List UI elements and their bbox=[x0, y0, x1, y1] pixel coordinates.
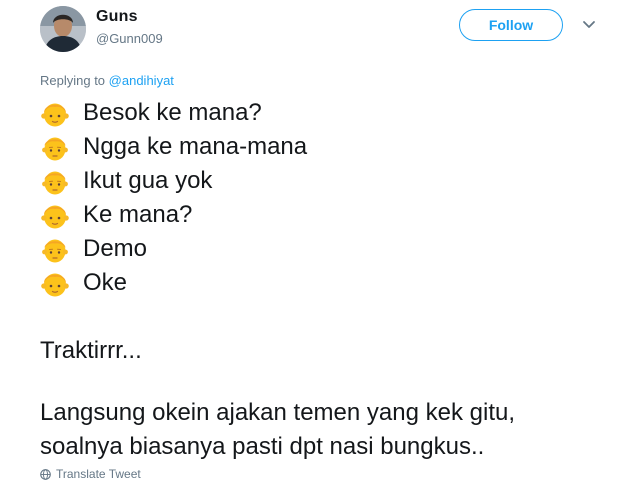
dialogue-text: Ikut gua yok bbox=[83, 167, 213, 194]
dialogue-text: Ngga ke mana-mana bbox=[83, 133, 308, 160]
author-handle[interactable]: @Gunn009 bbox=[96, 31, 163, 46]
man-face-icon bbox=[40, 132, 70, 162]
boy-face-icon bbox=[40, 98, 70, 128]
paragraph-closing-line: Langsung okein ajakan temen yang kek git… bbox=[40, 399, 515, 426]
paragraph-closing-line: soalnya biasanya pasti dpt nasi bungkus.… bbox=[40, 433, 485, 460]
dialogue-line: Ngga ke mana-mana bbox=[40, 130, 307, 164]
dialogue-text: Oke bbox=[83, 269, 128, 296]
dialogue-text: Besok ke mana? bbox=[83, 99, 262, 126]
author-name[interactable]: Guns bbox=[96, 8, 138, 26]
replying-to: Replying to @andihiyat bbox=[40, 73, 174, 88]
chevron-down-icon[interactable] bbox=[581, 18, 597, 32]
globe-icon bbox=[40, 468, 51, 480]
man-face-icon bbox=[40, 234, 70, 264]
dialogue-line: Demo bbox=[40, 232, 307, 266]
paragraph-traktir: Traktirrr... bbox=[40, 337, 142, 364]
dialogue-text: Ke mana? bbox=[83, 201, 193, 228]
tweet-text: Besok ke mana? Ngga ke mana-mana Ikut gu… bbox=[40, 96, 307, 300]
replying-to-link[interactable]: @andihiyat bbox=[109, 73, 174, 88]
paragraph-closing: Langsung okein ajakan temen yang kek git… bbox=[40, 396, 515, 464]
dialogue-line: Ikut gua yok bbox=[40, 164, 307, 198]
translate-tweet[interactable]: Translate Tweet bbox=[40, 467, 141, 481]
dialogue-line: Ke mana? bbox=[40, 198, 307, 232]
man-face-icon bbox=[40, 166, 70, 196]
dialogue-text: Demo bbox=[83, 235, 148, 262]
follow-button[interactable]: Follow bbox=[459, 9, 563, 41]
dialogue-line: Oke bbox=[40, 266, 307, 300]
replying-prefix: Replying to bbox=[40, 73, 106, 88]
translate-label[interactable]: Translate Tweet bbox=[56, 467, 141, 481]
avatar[interactable] bbox=[40, 6, 86, 52]
boy-face-icon bbox=[40, 268, 70, 298]
dialogue-line: Besok ke mana? bbox=[40, 96, 307, 130]
boy-face-icon bbox=[40, 200, 70, 230]
